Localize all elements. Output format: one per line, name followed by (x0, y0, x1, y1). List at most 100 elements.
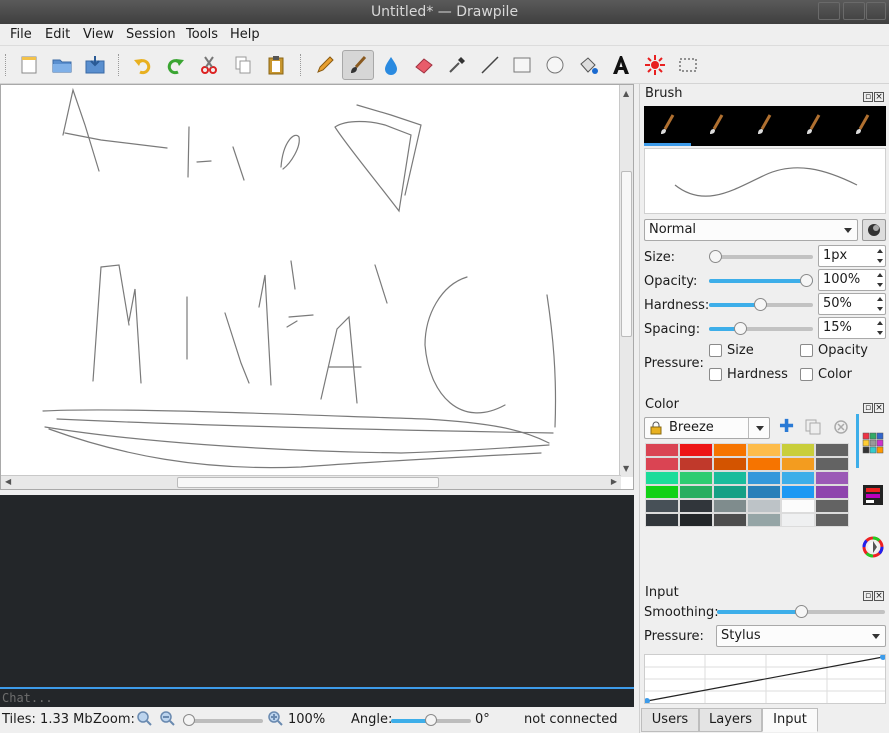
color-swatch[interactable] (645, 485, 679, 499)
opacity-slider[interactable] (709, 274, 813, 287)
rectangle-icon[interactable] (508, 51, 536, 79)
color-swatch[interactable] (679, 485, 713, 499)
size-slider[interactable] (709, 250, 813, 263)
brush-preset-slot[interactable] (840, 110, 884, 140)
brush-preset-slot[interactable] (645, 110, 689, 140)
save-icon[interactable] (81, 51, 109, 79)
color-swatch[interactable] (747, 457, 781, 471)
line-icon[interactable] (476, 51, 504, 79)
color-swatch[interactable] (815, 457, 849, 471)
redo-icon[interactable] (162, 51, 190, 79)
color-swatch[interactable] (781, 513, 815, 527)
cut-icon[interactable] (195, 51, 223, 79)
spin-up-icon[interactable] (877, 321, 883, 325)
color-swatch[interactable] (679, 457, 713, 471)
color-swatch[interactable] (713, 471, 747, 485)
spin-down-icon[interactable] (877, 331, 883, 335)
color-swatch[interactable] (645, 513, 679, 527)
minimize-button[interactable] (818, 2, 840, 20)
blend-mode-select[interactable]: Normal (644, 219, 858, 241)
horizontal-scroll-thumb[interactable] (177, 477, 439, 488)
angle-slider-handle[interactable] (425, 714, 437, 726)
color-swatch[interactable] (747, 443, 781, 457)
pressure-curve-editor[interactable] (644, 654, 886, 704)
chat-input[interactable]: Chat... (0, 687, 634, 707)
open-folder-icon[interactable] (48, 51, 76, 79)
color-swatch[interactable] (679, 443, 713, 457)
spacing-slider-handle[interactable] (734, 322, 747, 335)
pressure-opacity-checkbox[interactable] (800, 344, 813, 357)
smoothing-slider-handle[interactable] (795, 605, 808, 618)
color-swatch[interactable] (713, 457, 747, 471)
menu-help[interactable]: Help (230, 27, 260, 42)
pressure-color-checkbox[interactable] (800, 368, 813, 381)
color-swatch[interactable] (645, 471, 679, 485)
color-swatch[interactable] (645, 499, 679, 513)
spacing-slider[interactable] (709, 322, 813, 335)
close-dock-icon[interactable]: × (874, 403, 884, 413)
color-swatch[interactable] (781, 485, 815, 499)
scroll-down-icon[interactable]: ▼ (623, 464, 629, 473)
tab-users[interactable]: Users (641, 708, 699, 732)
smudge-icon[interactable] (377, 51, 405, 79)
copy-icon[interactable] (229, 51, 257, 79)
undo-icon[interactable] (128, 51, 156, 79)
spin-down-icon[interactable] (877, 283, 883, 287)
palette-swatches-icon[interactable] (862, 432, 884, 454)
hardness-slider[interactable] (709, 298, 813, 311)
float-dock-icon[interactable]: ▫ (863, 591, 873, 601)
close-window-button[interactable] (866, 2, 886, 20)
color-swatch[interactable] (713, 443, 747, 457)
zoom-in-icon[interactable] (267, 710, 283, 730)
pressure-mode-select[interactable]: Stylus (716, 625, 886, 647)
spin-down-icon[interactable] (877, 259, 883, 263)
zoom-slider-handle[interactable] (183, 714, 195, 726)
pencil-icon[interactable] (311, 51, 339, 79)
pressure-size-checkbox[interactable] (709, 344, 722, 357)
zoom-out-icon[interactable] (159, 710, 175, 730)
menu-edit[interactable]: Edit (45, 27, 70, 42)
zoom-fit-icon[interactable] (136, 710, 152, 730)
spin-up-icon[interactable] (877, 273, 883, 277)
close-dock-icon[interactable]: × (874, 92, 884, 102)
color-swatch[interactable] (645, 443, 679, 457)
color-swatch[interactable] (781, 457, 815, 471)
selection-icon[interactable] (674, 51, 702, 79)
color-swatch[interactable] (781, 471, 815, 485)
menu-view[interactable]: View (83, 27, 114, 42)
color-swatch[interactable] (713, 499, 747, 513)
size-slider-handle[interactable] (709, 250, 722, 263)
tab-layers[interactable]: Layers (699, 708, 762, 732)
eraser-icon[interactable] (410, 51, 438, 79)
scroll-right-icon[interactable]: ▶ (611, 477, 617, 486)
hardness-spinbox[interactable]: 50% (818, 293, 886, 315)
delete-palette-icon[interactable] (833, 419, 849, 435)
size-spinbox[interactable]: 1px (818, 245, 886, 267)
float-dock-icon[interactable]: ▫ (863, 92, 873, 102)
color-swatch[interactable] (747, 485, 781, 499)
fill-icon[interactable] (574, 51, 602, 79)
menu-session[interactable]: Session (126, 27, 176, 42)
palette-select[interactable]: Breeze (644, 417, 770, 439)
color-swatch[interactable] (815, 513, 849, 527)
copy-palette-icon[interactable] (805, 419, 821, 435)
menu-file[interactable]: File (10, 27, 32, 42)
ellipse-icon[interactable] (541, 51, 569, 79)
new-document-icon[interactable] (15, 51, 43, 79)
color-swatch[interactable] (713, 485, 747, 499)
brush-mode-toggle[interactable] (862, 219, 886, 241)
hardness-slider-handle[interactable] (754, 298, 767, 311)
color-swatch[interactable] (645, 457, 679, 471)
canvas-vertical-scrollbar[interactable]: ▲ ▼ (619, 85, 633, 477)
scroll-left-icon[interactable]: ◀ (5, 477, 11, 486)
canvas-horizontal-scrollbar[interactable]: ◀ ▶ (1, 475, 621, 489)
laser-icon[interactable] (641, 51, 669, 79)
tab-input[interactable]: Input (762, 708, 818, 732)
color-swatch[interactable] (713, 513, 747, 527)
spin-down-icon[interactable] (877, 307, 883, 311)
paste-icon[interactable] (262, 51, 290, 79)
color-swatch[interactable] (679, 471, 713, 485)
curve-point[interactable] (880, 654, 886, 660)
brush-preset-slot[interactable] (742, 110, 786, 140)
opacity-spinbox[interactable]: 100% (818, 269, 886, 291)
